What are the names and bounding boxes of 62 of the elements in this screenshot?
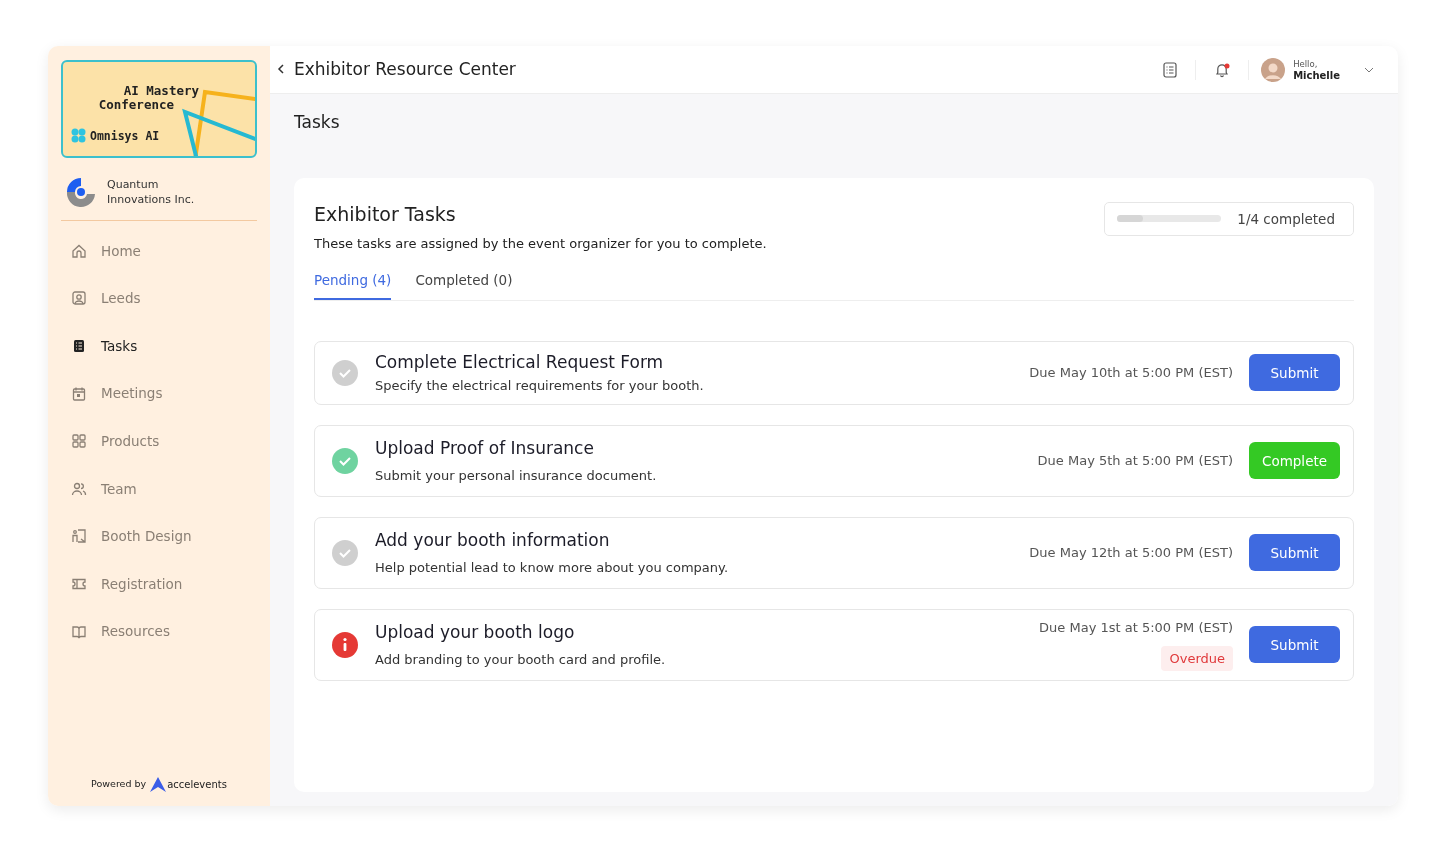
sidebar-item[interactable]: Registration <box>61 560 257 608</box>
sidebar-item[interactable]: Team <box>61 464 257 513</box>
overdue-tag: Overdue <box>1161 645 1233 672</box>
sidebar-item[interactable]: Home <box>61 227 257 275</box>
book-icon <box>71 623 87 640</box>
chevron-down-icon[interactable] <box>1364 66 1374 73</box>
avatar-icon <box>1261 57 1286 82</box>
submit-button[interactable]: Submit <box>1249 534 1340 572</box>
panel-description: These tasks are assigned by the event organizer for you to complete. <box>314 235 767 253</box>
task-title: Add your booth information <box>375 529 611 553</box>
clover-logo-icon <box>71 128 86 143</box>
tab[interactable]: Completed (0) <box>415 269 513 300</box>
submit-button[interactable]: Submit <box>1249 626 1340 664</box>
user-name: Michelle <box>1293 69 1340 82</box>
submit-button[interactable]: Submit <box>1249 354 1340 392</box>
powered-by-text: Powered by <box>91 777 147 792</box>
alert-icon <box>331 630 359 659</box>
event-title: AI Mastery <box>122 84 200 98</box>
panel-title: Exhibitor Tasks <box>314 201 457 227</box>
checklist-icon <box>71 338 87 354</box>
check-circle-icon <box>331 358 359 387</box>
task-title: Complete Electrical Request Form <box>375 351 665 375</box>
task-title: Upload Proof of Insurance <box>375 437 595 461</box>
check-circle-icon <box>331 446 359 475</box>
list-icon[interactable] <box>1163 61 1178 78</box>
people-icon <box>71 480 87 497</box>
sidebar-item[interactable]: Booth Design <box>61 512 257 561</box>
brand-name: Omnisys AI <box>90 128 160 143</box>
company-name: Innovations Inc. <box>107 192 195 207</box>
complete-button[interactable]: Complete <box>1249 442 1340 480</box>
due-date: Due May 10th at 5:00 PM (EST) <box>1029 364 1233 382</box>
home-icon <box>71 242 87 259</box>
booth-icon <box>71 528 87 545</box>
event-title: Conference <box>97 98 174 112</box>
check-circle-icon <box>331 538 359 567</box>
task-description: Submit your personal insurance document. <box>375 466 657 485</box>
greeting-text: Hello, <box>1293 57 1319 70</box>
sidebar-item[interactable]: Meetings <box>61 369 257 418</box>
progress-text: 1/4 completed <box>1237 209 1335 229</box>
due-date: Due May 1st at 5:00 PM (EST) <box>1039 619 1233 638</box>
sidebar-item[interactable]: Tasks <box>61 322 257 370</box>
company-logo-icon <box>65 176 97 208</box>
sidebar-item[interactable]: Resources <box>61 607 257 656</box>
tab[interactable]: Pending (4) <box>314 269 392 300</box>
task-description: Add branding to your booth card and profile. <box>375 650 666 669</box>
sidebar-item[interactable]: Leeds <box>61 274 257 323</box>
contact-card-icon <box>71 290 87 307</box>
sidebar-item[interactable]: Products <box>61 417 257 465</box>
accelevents-logo-icon <box>150 777 167 792</box>
chevron-left-icon <box>277 64 285 74</box>
task-description: Specify the electrical requirements for your booth. <box>375 376 704 395</box>
company-name: Quantum <box>107 177 160 192</box>
notification-bell-icon[interactable] <box>1214 61 1231 78</box>
due-date: Due May 12th at 5:00 PM (EST) <box>1029 544 1233 562</box>
grid-icon <box>71 433 87 450</box>
page-title: Tasks <box>293 111 341 134</box>
calendar-icon <box>71 385 87 402</box>
task-title: Upload your booth logo <box>375 621 576 645</box>
task-description: Help potential lead to know more about you company. <box>375 558 729 577</box>
due-date: Due May 5th at 5:00 PM (EST) <box>1037 452 1233 470</box>
accelevents-brand: accelevents <box>167 778 227 792</box>
app-title: Exhibitor Resource Center <box>294 57 516 81</box>
